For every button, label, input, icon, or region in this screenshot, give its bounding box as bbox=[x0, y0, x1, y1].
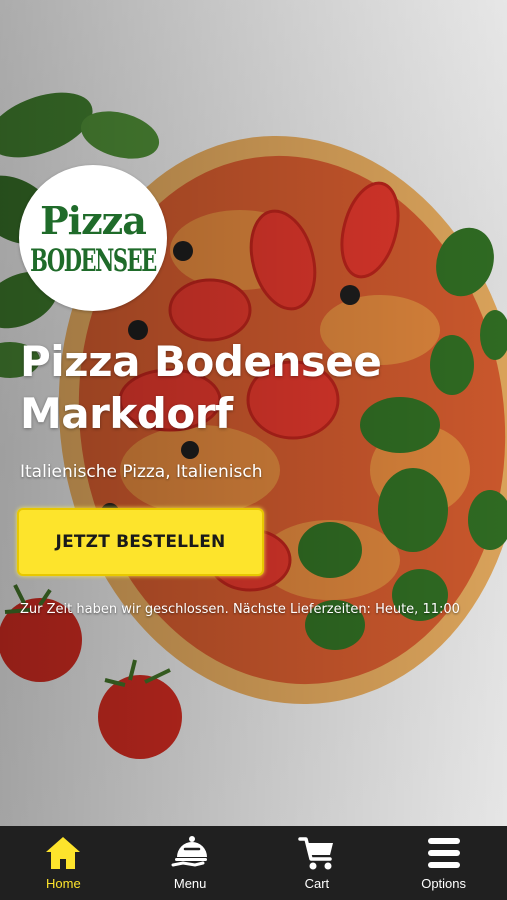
cloche-icon bbox=[171, 836, 208, 867]
nav-label-cart: Cart bbox=[304, 876, 330, 891]
nav-label-home: Home bbox=[46, 876, 81, 891]
brand-logo: Pizza BODENSEE bbox=[19, 165, 167, 311]
logo-text-pizza: Pizza bbox=[40, 198, 147, 243]
nav-item-cart[interactable]: Cart bbox=[254, 826, 381, 900]
cart-icon bbox=[298, 837, 333, 870]
nav-label-options: Options bbox=[421, 876, 467, 891]
menu-bars-icon bbox=[427, 838, 460, 868]
logo-text-bodensee: BODENSEE bbox=[30, 242, 157, 279]
nav-item-options[interactable]: Options bbox=[380, 826, 507, 900]
nav-label-menu: Menu bbox=[173, 876, 207, 891]
nav-item-menu[interactable]: Menu bbox=[127, 826, 254, 900]
home-icon bbox=[46, 837, 81, 869]
bottom-nav-bar: Home Menu Cart Options bbox=[0, 826, 507, 900]
cuisine-subtitle: Italienische Pizza, Italienisch bbox=[20, 462, 263, 482]
nav-item-home[interactable]: Home bbox=[0, 826, 127, 900]
restaurant-title: Pizza Bodensee Markdorf bbox=[20, 337, 382, 438]
order-now-button[interactable]: JETZT BESTELLEN bbox=[17, 508, 264, 576]
opening-status-text: Zur Zeit haben wir geschlossen. Nächste … bbox=[20, 602, 460, 617]
